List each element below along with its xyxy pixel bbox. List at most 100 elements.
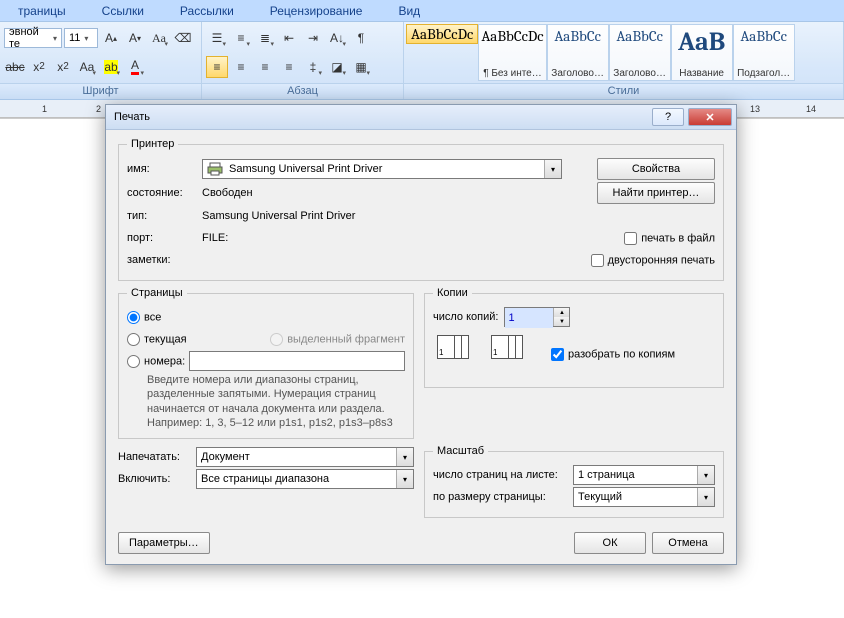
outdent-icon[interactable]: ⇤	[278, 27, 300, 49]
multilevel-icon[interactable]: ≣	[254, 27, 276, 49]
numbering-icon[interactable]: ≡	[230, 27, 252, 49]
change-case-icon[interactable]: Aa	[76, 56, 98, 78]
style-label: Название	[679, 68, 724, 79]
justify-icon[interactable]: ≡	[278, 56, 300, 78]
subscript-icon[interactable]: x2	[28, 56, 50, 78]
ruler-num: 2	[96, 100, 101, 117]
group-printer-legend: Принтер	[127, 138, 178, 150]
label-print-what: Напечатать:	[118, 451, 196, 463]
pages-per-sheet-select[interactable]: 1 страница▾	[573, 465, 715, 485]
ribbon-tab-strip: траницы Ссылки Рассылки Рецензирование В…	[0, 0, 844, 22]
group-pages-legend: Страницы	[127, 287, 187, 299]
chevron-down-icon: ▾	[396, 470, 413, 488]
style-item[interactable]: AaBbCcDc¶ Без инте…	[478, 24, 546, 81]
group-pages: Страницы все текущая выделенный фрагмент…	[118, 287, 414, 439]
label-fit-to-page: по размеру страницы:	[433, 491, 573, 503]
font-size-combo[interactable]: 11▾	[64, 28, 98, 48]
dialog-titlebar: Печать ? ✕	[106, 105, 736, 130]
group-scale: Масштаб число страниц на листе: 1 страни…	[424, 445, 724, 518]
font-name-combo[interactable]: эвной те▾	[4, 28, 62, 48]
collate-preview-icon: 3 2 1 3 2 1	[433, 329, 533, 379]
ribbon-group-paragraph: ☰ ≡ ≣ ⇤ ⇥ A↓ ¶ ≡ ≡ ≡ ≡ ‡ ◪ ▦ Абзац	[202, 22, 404, 99]
style-sample: AaBbCcDc	[481, 27, 543, 45]
spin-up-icon[interactable]: ▲	[554, 308, 569, 317]
ribbon-tab[interactable]: Рецензирование	[252, 4, 381, 18]
page-numbers-input[interactable]	[189, 351, 405, 371]
label-include: Включить:	[118, 473, 196, 485]
sort-icon[interactable]: A↓	[326, 27, 348, 49]
printer-select[interactable]: Samsung Universal Print Driver ▾	[202, 159, 562, 179]
ok-button[interactable]: ОК	[574, 532, 646, 554]
style-item[interactable]: AaBbCcDc¶ Обычный	[406, 24, 478, 44]
style-sample: AaBbCc	[616, 27, 663, 45]
style-item[interactable]: AaBНазвание	[671, 24, 733, 81]
ribbon-tab[interactable]: траницы	[0, 4, 84, 18]
label-pages-per-sheet: число страниц на листе:	[433, 469, 573, 481]
value-status: Свободен	[202, 187, 597, 199]
style-item[interactable]: AaBbCc Подзагол…	[733, 24, 795, 81]
ruler-num: 1	[42, 100, 47, 117]
print-what-select[interactable]: Документ▾	[196, 447, 414, 467]
align-center-icon[interactable]: ≡	[230, 56, 252, 78]
ruler-num: 14	[806, 100, 816, 117]
label-name: имя:	[127, 163, 202, 175]
font-color-icon[interactable]: A	[124, 56, 146, 78]
style-label: Заголово…	[551, 68, 604, 79]
radio-numbers[interactable]: номера:	[127, 355, 185, 368]
style-item[interactable]: AaBbCc Заголово…	[609, 24, 671, 81]
grow-font-icon[interactable]: A▴	[100, 27, 122, 49]
styles-gallery[interactable]: AaBbCcDc¶ ОбычныйAaBbCcDc¶ Без инте…AaBb…	[404, 22, 843, 83]
align-right-icon[interactable]: ≡	[254, 56, 276, 78]
ribbon-group-label: Шрифт	[0, 83, 201, 99]
label-type: тип:	[127, 210, 202, 222]
close-button[interactable]: ✕	[688, 108, 732, 126]
help-button[interactable]: ?	[652, 108, 684, 126]
dialog-title: Печать	[114, 111, 652, 123]
style-sample: AaBbCc	[554, 27, 601, 45]
parameters-button[interactable]: Параметры…	[118, 532, 210, 554]
ribbon-group-styles: AaBbCcDc¶ ОбычныйAaBbCcDc¶ Без инте…AaBb…	[404, 22, 844, 99]
style-label: Подзагол…	[737, 68, 790, 79]
style-sample: AaBbCcDc	[411, 25, 473, 43]
style-item[interactable]: AaBbCc Заголово…	[547, 24, 609, 81]
clear-format-icon[interactable]: Aa	[148, 27, 170, 49]
pilcrow-icon[interactable]: ¶	[350, 27, 372, 49]
checkbox-duplex[interactable]: двусторонняя печать	[591, 254, 715, 267]
chevron-down-icon: ▾	[544, 160, 561, 178]
bullets-icon[interactable]: ☰	[206, 27, 228, 49]
erase-format-icon[interactable]: ⌫	[172, 27, 194, 49]
fit-to-page-select[interactable]: Текущий▾	[573, 487, 715, 507]
style-sample: AaBbCc	[740, 27, 787, 45]
align-left-icon[interactable]: ≡	[206, 56, 228, 78]
ribbon-tab[interactable]: Рассылки	[162, 4, 252, 18]
printer-icon	[207, 161, 223, 177]
line-spacing-icon[interactable]: ‡	[302, 56, 324, 78]
label-status: состояние:	[127, 187, 202, 199]
value-type: Samsung Universal Print Driver	[202, 210, 715, 222]
strike-icon[interactable]: abc	[4, 56, 26, 78]
copies-spinner[interactable]: ▲▼	[504, 307, 570, 327]
highlight-icon[interactable]: ab	[100, 56, 122, 78]
style-label: Заголово…	[613, 68, 666, 79]
radio-all[interactable]: все	[127, 311, 161, 324]
checkbox-print-to-file[interactable]: печать в файл	[624, 232, 715, 245]
ribbon-tab[interactable]: Ссылки	[84, 4, 162, 18]
copies-input[interactable]	[505, 308, 553, 328]
cancel-button[interactable]: Отмена	[652, 532, 724, 554]
properties-button[interactable]: Свойства	[597, 158, 715, 180]
chevron-down-icon: ▾	[396, 448, 413, 466]
shrink-font-icon[interactable]: A▾	[124, 27, 146, 49]
indent-icon[interactable]: ⇥	[302, 27, 324, 49]
radio-current[interactable]: текущая	[127, 333, 187, 346]
spin-down-icon[interactable]: ▼	[554, 317, 569, 326]
group-scale-legend: Масштаб	[433, 445, 488, 457]
ribbon-group-label: Абзац	[202, 83, 403, 99]
shading-icon[interactable]: ◪	[326, 56, 348, 78]
superscript-icon[interactable]: x2	[52, 56, 74, 78]
checkbox-collate[interactable]: разобрать по копиям	[551, 348, 675, 361]
borders-icon[interactable]: ▦	[350, 56, 372, 78]
chevron-down-icon: ▾	[697, 466, 714, 484]
include-select[interactable]: Все страницы диапазона▾	[196, 469, 414, 489]
find-printer-button[interactable]: Найти принтер…	[597, 182, 715, 204]
ribbon-tab[interactable]: Вид	[380, 4, 438, 18]
